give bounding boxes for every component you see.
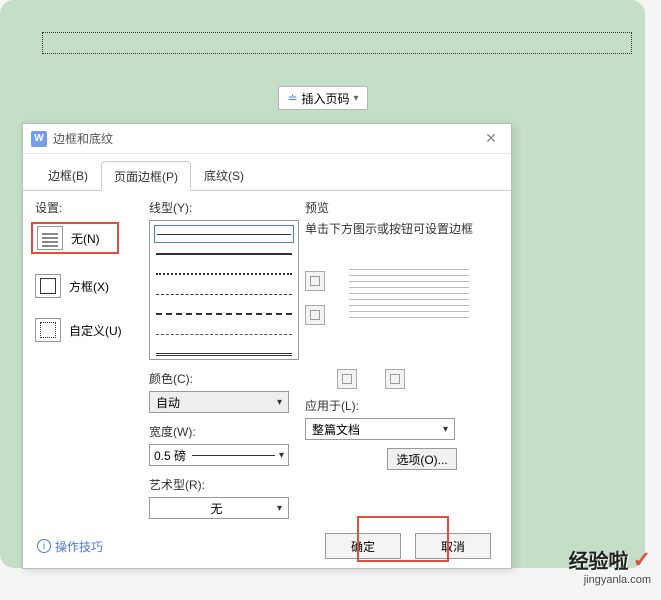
chevron-down-icon: ▾ bbox=[279, 450, 284, 461]
watermark: 经验啦 ✓ jingyanla.com bbox=[569, 545, 651, 586]
options-button[interactable]: 选项(O)... bbox=[387, 448, 457, 470]
options-label: 选项(O)... bbox=[396, 451, 447, 468]
tips-link[interactable]: i 操作技巧 bbox=[37, 538, 103, 555]
width-preview-line bbox=[192, 455, 275, 456]
width-label: 宽度(W): bbox=[149, 423, 299, 440]
art-label: 艺术型(R): bbox=[149, 476, 299, 493]
borders-shading-dialog: W 边框和底纹 ✕ 边框(B) 页面边框(P) 底纹(S) 设置: 无(N) 方… bbox=[22, 123, 512, 569]
dialog-content: 设置: 无(N) 方框(X) 自定义(U) 线型(Y bbox=[23, 191, 511, 543]
ok-label: 确定 bbox=[351, 538, 375, 555]
check-icon: ✓ bbox=[633, 547, 651, 573]
cancel-label: 取消 bbox=[441, 538, 465, 555]
dialog-footer: i 操作技巧 确定 取消 bbox=[23, 524, 511, 568]
preview-area bbox=[305, 267, 499, 387]
watermark-url: jingyanla.com bbox=[569, 574, 651, 586]
border-right-button[interactable] bbox=[385, 369, 405, 389]
border-top-button[interactable] bbox=[305, 271, 325, 291]
header-placeholder[interactable] bbox=[42, 32, 632, 54]
setting-box[interactable]: 方框(X) bbox=[35, 274, 143, 298]
cancel-button[interactable]: 取消 bbox=[415, 533, 491, 559]
color-select[interactable]: 自动 ▾ bbox=[149, 391, 289, 413]
chevron-down-icon: ▾ bbox=[277, 503, 282, 514]
line-option-solid-thin[interactable] bbox=[154, 225, 294, 243]
chevron-down-icon: ▾ bbox=[354, 93, 359, 104]
app-icon: W bbox=[31, 131, 47, 147]
line-style-label: 线型(Y): bbox=[149, 199, 299, 216]
chevron-down-icon: ▾ bbox=[277, 397, 282, 408]
line-option-double[interactable] bbox=[154, 345, 294, 360]
box-icon bbox=[35, 274, 61, 298]
preview-column: 预览 单击下方图示或按钮可设置边框 应用于(L): 整篇文档 ▾ bbox=[305, 199, 499, 533]
setting-none-label: 无(N) bbox=[71, 230, 100, 247]
art-select[interactable]: 无 ▾ bbox=[149, 497, 289, 519]
tab-bar: 边框(B) 页面边框(P) 底纹(S) bbox=[23, 154, 511, 191]
insert-page-number-label: 插入页码 bbox=[302, 90, 350, 107]
info-icon: i bbox=[37, 539, 51, 553]
setting-custom[interactable]: 自定义(U) bbox=[35, 318, 143, 342]
settings-label: 设置: bbox=[35, 199, 143, 216]
art-value: 无 bbox=[210, 500, 222, 517]
apply-label: 应用于(L): bbox=[305, 397, 499, 414]
style-column: 线型(Y): 颜色(C): 自动 ▾ 宽度(W): 0 bbox=[149, 199, 299, 533]
tips-label: 操作技巧 bbox=[55, 538, 103, 555]
color-value: 自动 bbox=[156, 394, 180, 411]
page-number-icon: ≐ bbox=[287, 91, 297, 105]
width-value: 0.5 磅 bbox=[154, 447, 186, 464]
border-left-button[interactable] bbox=[337, 369, 357, 389]
highlight-none: 无(N) bbox=[31, 222, 119, 254]
tab-border[interactable]: 边框(B) bbox=[35, 160, 101, 190]
tab-shading[interactable]: 底纹(S) bbox=[191, 160, 257, 190]
dialog-titlebar: W 边框和底纹 ✕ bbox=[23, 124, 511, 154]
none-icon bbox=[37, 226, 63, 250]
dialog-title: 边框和底纹 bbox=[53, 130, 479, 147]
setting-custom-label: 自定义(U) bbox=[69, 322, 122, 339]
line-option-dashdot[interactable] bbox=[154, 325, 294, 343]
color-label: 颜色(C): bbox=[149, 370, 299, 387]
line-option-dashed[interactable] bbox=[154, 305, 294, 323]
insert-page-number-button[interactable]: ≐ 插入页码 ▾ bbox=[278, 86, 368, 110]
preview-label: 预览 bbox=[305, 199, 499, 216]
ok-button[interactable]: 确定 bbox=[325, 533, 401, 559]
setting-none[interactable]: 无(N) bbox=[37, 226, 113, 250]
close-icon: ✕ bbox=[485, 130, 497, 147]
border-bottom-button[interactable] bbox=[305, 305, 325, 325]
watermark-text: 经验啦 bbox=[569, 545, 629, 574]
apply-value: 整篇文档 bbox=[312, 421, 360, 438]
width-select[interactable]: 0.5 磅 ▾ bbox=[149, 444, 289, 466]
apply-select[interactable]: 整篇文档 ▾ bbox=[305, 418, 455, 440]
close-button[interactable]: ✕ bbox=[479, 127, 503, 151]
preview-hint: 单击下方图示或按钮可设置边框 bbox=[305, 220, 499, 237]
custom-icon bbox=[35, 318, 61, 342]
settings-column: 设置: 无(N) 方框(X) 自定义(U) bbox=[35, 199, 143, 533]
line-option-solid-med[interactable] bbox=[154, 245, 294, 263]
line-option-dotted[interactable] bbox=[154, 265, 294, 283]
line-style-list[interactable] bbox=[149, 220, 299, 360]
setting-box-label: 方框(X) bbox=[69, 278, 109, 295]
tab-page-border[interactable]: 页面边框(P) bbox=[101, 161, 191, 191]
chevron-down-icon: ▾ bbox=[443, 424, 448, 435]
line-option-dash-fine[interactable] bbox=[154, 285, 294, 303]
preview-document bbox=[349, 269, 469, 323]
